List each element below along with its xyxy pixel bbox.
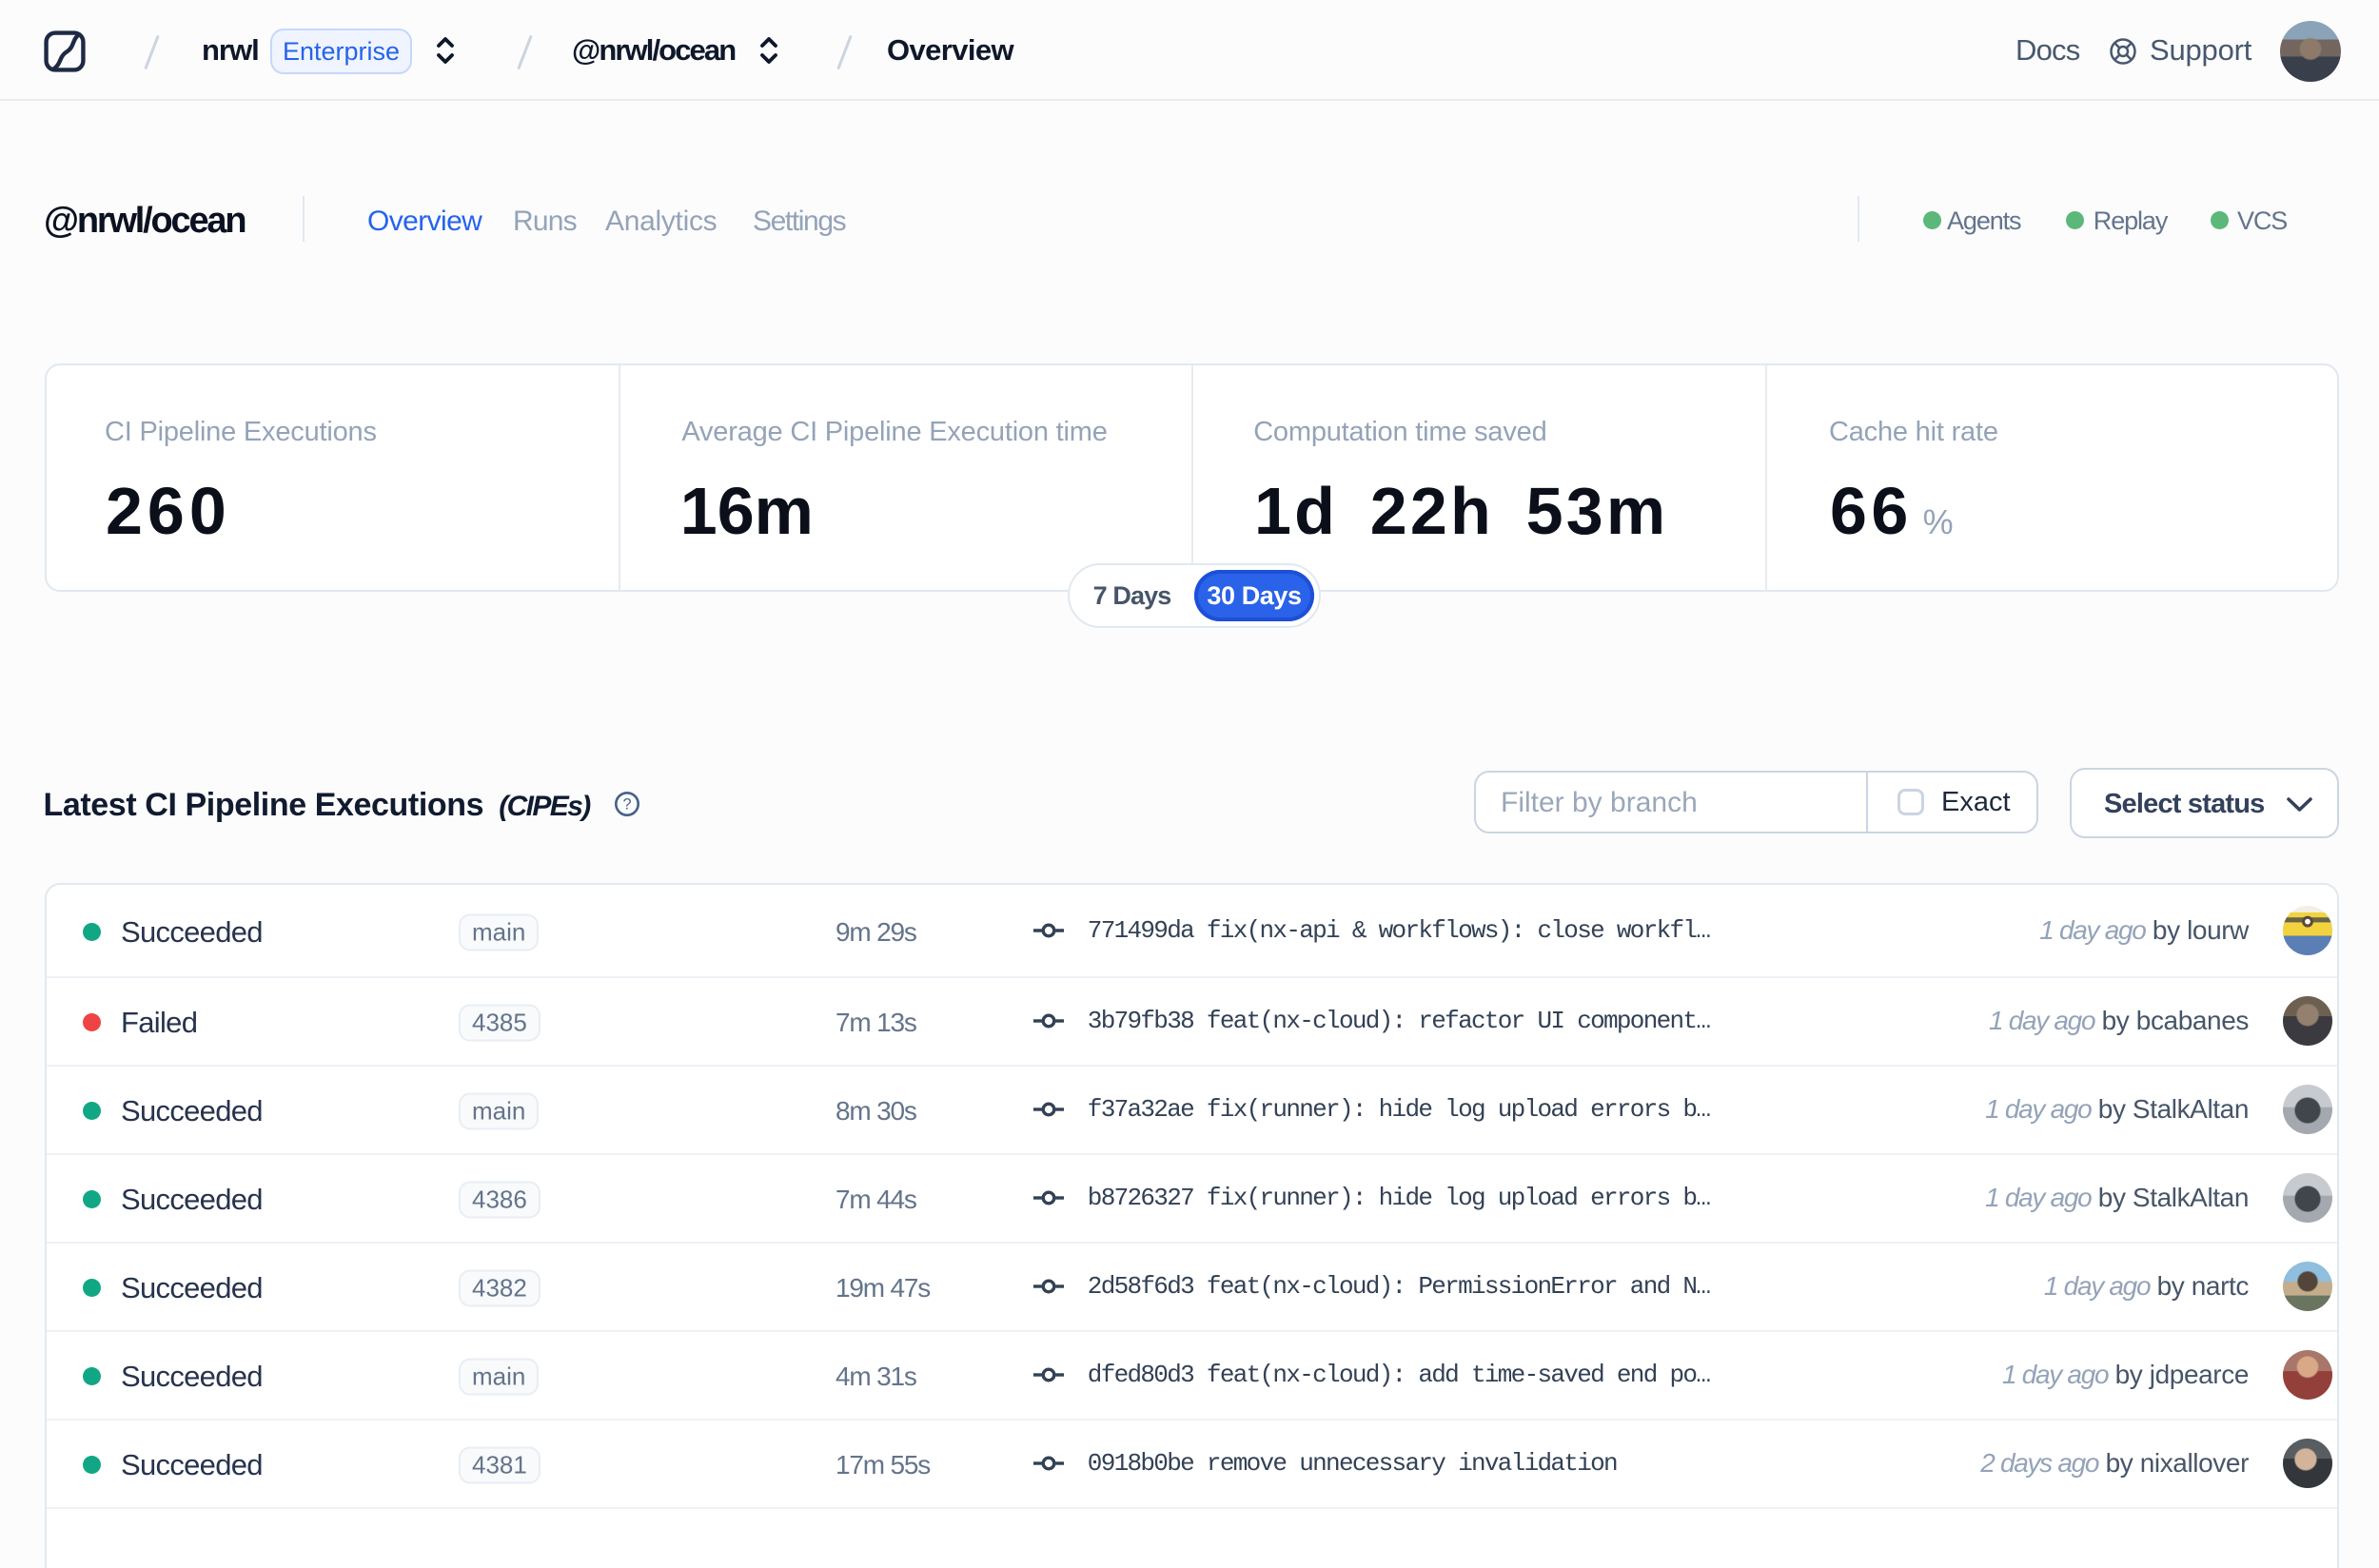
svg-text:?: ? <box>622 795 631 813</box>
